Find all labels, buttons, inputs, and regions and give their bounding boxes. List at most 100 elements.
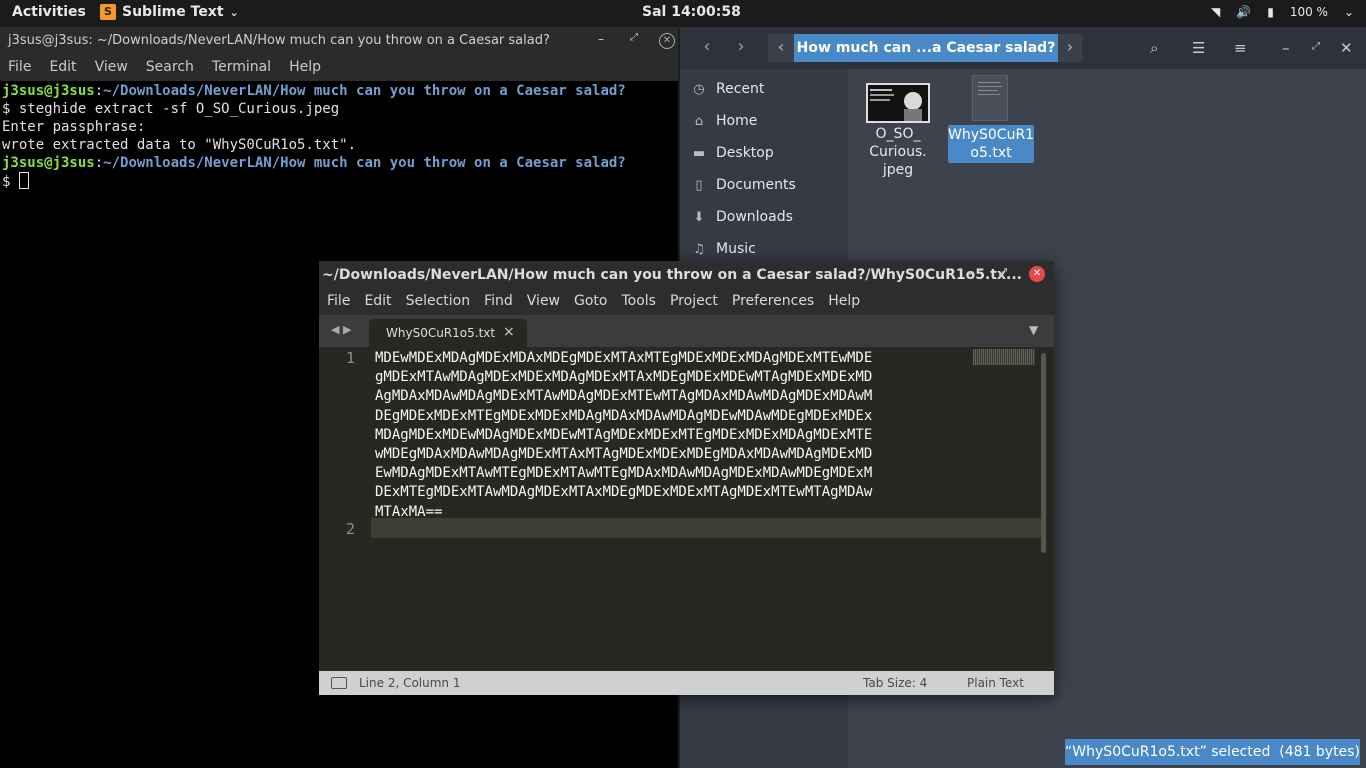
menu-search[interactable]: Search [146,59,194,77]
sidebar-item-label: Documents [716,177,796,193]
tab-dropdown-icon[interactable]: ▼ [1029,323,1038,337]
terminal-titlebar[interactable]: j3sus@j3sus: ~/Downloads/NeverLAN/How mu… [0,27,678,55]
menu-help[interactable]: Help [828,293,860,311]
prompt-path: ~/Downloads/NeverLAN/How much can you th… [103,155,626,171]
minimize-icon[interactable]: – [598,32,604,46]
list-view-icon[interactable]: ☰ [1192,39,1205,57]
menu-find[interactable]: Find [484,293,513,311]
path-segment-current[interactable]: How much can ...a Caesar salad? [794,34,1058,62]
syntax-selector[interactable]: Plain Text [967,676,1024,690]
sidebar-item-home[interactable]: ⌂ Home [692,113,757,129]
sidebar-item-documents[interactable]: ▯ Documents [692,177,796,193]
close-tab-icon[interactable]: × [503,324,515,340]
portrait-thumbnail-icon [870,89,922,121]
path-scroll-right-icon[interactable]: › [1058,34,1082,62]
menu-selection[interactable]: Selection [406,293,471,311]
sublime-statusbar: Line 2, Column 1 Tab Size: 4 Plain Text [319,671,1054,695]
tab-whys0cur1o5[interactable]: WhyS0CuR1o5.txt × [369,319,527,347]
menu-view[interactable]: View [95,59,128,77]
minimize-icon[interactable]: – [967,266,973,280]
output-line: wrote extracted data to "WhyS0CuR1o5.txt… [2,137,357,153]
tab-label: WhyS0CuR1o5.txt [386,326,496,340]
path-scroll-left-icon[interactable]: ‹ [768,34,794,62]
folder-icon: ▬ [692,145,706,161]
text-file-icon[interactable] [972,75,1008,121]
output-line: $ steghide extract -sf O_SO_Curious.jpeg [2,101,340,117]
sublime-window[interactable]: ~/Downloads/NeverLAN/How much can you th… [319,261,1054,695]
close-icon[interactable]: ✕ [659,33,675,49]
sidebar-item-label: Music [716,241,756,257]
prompt-line: j3sus@j3sus:~/Downloads/NeverLAN/How muc… [2,155,626,171]
sidebar-item-label: Downloads [716,209,793,225]
sublime-title: ~/Downloads/NeverLAN/How much can you th… [322,267,1022,283]
prompt-user: j3sus@j3sus [2,83,95,99]
maximize-icon[interactable]: ⤢ [1312,41,1320,52]
sidebar-item-downloads[interactable]: ⬇ Downloads [692,209,793,225]
terminal-output[interactable]: j3sus@j3sus:~/Downloads/NeverLAN/How muc… [2,82,626,191]
file-name-txt-selected[interactable]: WhyS0CuR1 o5.txt [948,125,1034,163]
menu-help[interactable]: Help [289,59,321,77]
app-menu[interactable]: S Sublime Text ⌄ [100,4,239,20]
terminal-menubar: File Edit View Search Terminal Help [0,55,678,81]
line-number: 1 [345,349,355,367]
sublime-titlebar[interactable]: ~/Downloads/NeverLAN/How much can you th… [319,261,1054,289]
editor-text[interactable]: MDEwMDExMDAgMDExMDAxMDEgMDExMTAxMTEgMDEx… [375,349,872,522]
minimize-icon[interactable]: – [1282,39,1290,57]
system-tray[interactable]: ◥ 🔊 ▮ 100 % ⌄ [1211,5,1354,19]
sublime-app-icon: S [100,4,116,20]
menu-terminal[interactable]: Terminal [212,59,271,77]
sidebar-item-music[interactable]: ♫ Music [692,241,756,257]
menu-file[interactable]: File [8,59,31,77]
clock[interactable]: Sal 14:00:58 [642,4,741,20]
battery-percent: 100 % [1289,5,1328,19]
menu-tools[interactable]: Tools [621,293,656,311]
prompt-path: ~/Downloads/NeverLAN/How much can you th… [103,83,626,99]
tab-scroll-arrows-icon[interactable]: ◀ ▶ [331,323,351,336]
menu-view[interactable]: View [527,293,560,311]
music-icon: ♫ [693,241,705,257]
back-arrow-icon[interactable]: ‹ [694,36,720,60]
activities-button[interactable]: Activities [12,4,86,20]
minimap[interactable] [973,349,1035,365]
text-lines-icon [978,82,1002,95]
menu-edit[interactable]: Edit [49,59,76,77]
clock-icon: ◷ [693,81,705,97]
terminal-title: j3sus@j3sus: ~/Downloads/NeverLAN/How mu… [8,33,550,48]
forward-arrow-icon[interactable]: › [728,36,754,60]
volume-icon: 🔊 [1236,5,1252,19]
menu-edit[interactable]: Edit [364,293,391,311]
chevron-down-icon: ⌄ [229,5,239,19]
input-line[interactable]: $ [2,172,626,191]
close-icon[interactable]: ✕ [1340,39,1353,57]
close-icon[interactable]: ✕ [1029,266,1045,282]
tab-size-selector[interactable]: Tab Size: 4 [863,676,927,690]
maximize-icon[interactable]: ⤢ [630,32,638,43]
top-bar: Activities S Sublime Text ⌄ Sal 14:00:58… [0,0,1366,27]
prompt-user: j3sus@j3sus [2,155,95,171]
document-icon: ▯ [695,177,703,193]
battery-icon: ▮ [1267,5,1274,19]
maximize-icon[interactable]: ⤢ [999,267,1007,278]
sidebar-item-desktop[interactable]: ▬ Desktop [692,145,774,161]
sidebar-item-recent[interactable]: ◷ Recent [692,81,764,97]
selection-status: “WhyS0CuR1o5.txt” selected (481 bytes) [1065,739,1360,765]
search-icon[interactable]: ⌕ [1150,39,1158,57]
path-bar: ‹ How much can ...a Caesar salad? › [768,34,1082,62]
output-line: Enter passphrase: [2,119,146,135]
image-thumbnail[interactable] [866,83,930,123]
chevron-down-icon: ⌄ [1343,5,1354,19]
home-icon: ⌂ [694,113,704,129]
menu-file[interactable]: File [327,293,350,311]
app-menu-label: Sublime Text [122,4,224,20]
vertical-scrollbar[interactable] [1041,353,1046,553]
panel-toggle-icon[interactable] [331,677,347,689]
download-icon: ⬇ [693,209,705,225]
menu-project[interactable]: Project [670,293,718,311]
menu-goto[interactable]: Goto [574,293,607,311]
file-name-jpeg[interactable]: O_SO_ Curious. jpeg [858,125,938,179]
wifi-icon: ◥ [1211,5,1221,19]
file-manager-header: ‹ › ‹ How much can ...a Caesar salad? › … [680,27,1366,69]
menu-icon[interactable]: ≡ [1234,39,1247,57]
menu-preferences[interactable]: Preferences [732,293,814,311]
sublime-menubar: File Edit Selection Find View Goto Tools… [319,289,1054,315]
